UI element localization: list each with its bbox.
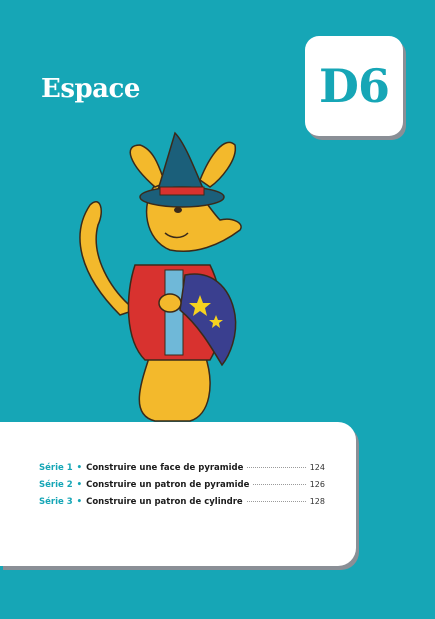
toc-dot-leader [247, 467, 306, 468]
toc-bullet: • [76, 497, 83, 507]
toc-page-number: 124 [309, 463, 325, 472]
toc-dot-leader [253, 484, 306, 485]
toc-topic: Construire une face de pyramide [86, 463, 244, 473]
toc-topic: Construire un patron de cylindre [86, 497, 243, 507]
toc-page-number: 128 [309, 497, 325, 506]
mascot-tail [79, 201, 137, 316]
toc-row[interactable]: Série 3 • Construire un patron de cylind… [39, 497, 325, 511]
toc-row[interactable]: Série 1 • Construire une face de pyramid… [39, 463, 325, 477]
toc-serie-label: Série 2 [39, 480, 73, 490]
toc-topic: Construire un patron de pyramide [86, 480, 250, 490]
chapter-title: Espace [41, 74, 140, 104]
toc-row[interactable]: Série 2 • Construire un patron de pyrami… [39, 480, 325, 494]
mascot-ear-left [129, 144, 166, 188]
toc-bullet: • [76, 463, 83, 473]
kangaroo-wizard-illustration [79, 131, 242, 422]
mascot-ear-right [199, 141, 236, 188]
toc-serie-label: Série 3 [39, 497, 73, 507]
mascot-legs [138, 354, 211, 422]
contents-card: Série 1 • Construire une face de pyramid… [0, 422, 356, 566]
toc-page-number: 126 [309, 480, 325, 489]
chapter-code: D6 [319, 59, 390, 113]
toc-bullet: • [76, 480, 83, 490]
chapter-code-card: D6 [305, 36, 403, 136]
toc-serie-label: Série 1 [39, 463, 73, 473]
toc-dot-leader [246, 501, 306, 502]
